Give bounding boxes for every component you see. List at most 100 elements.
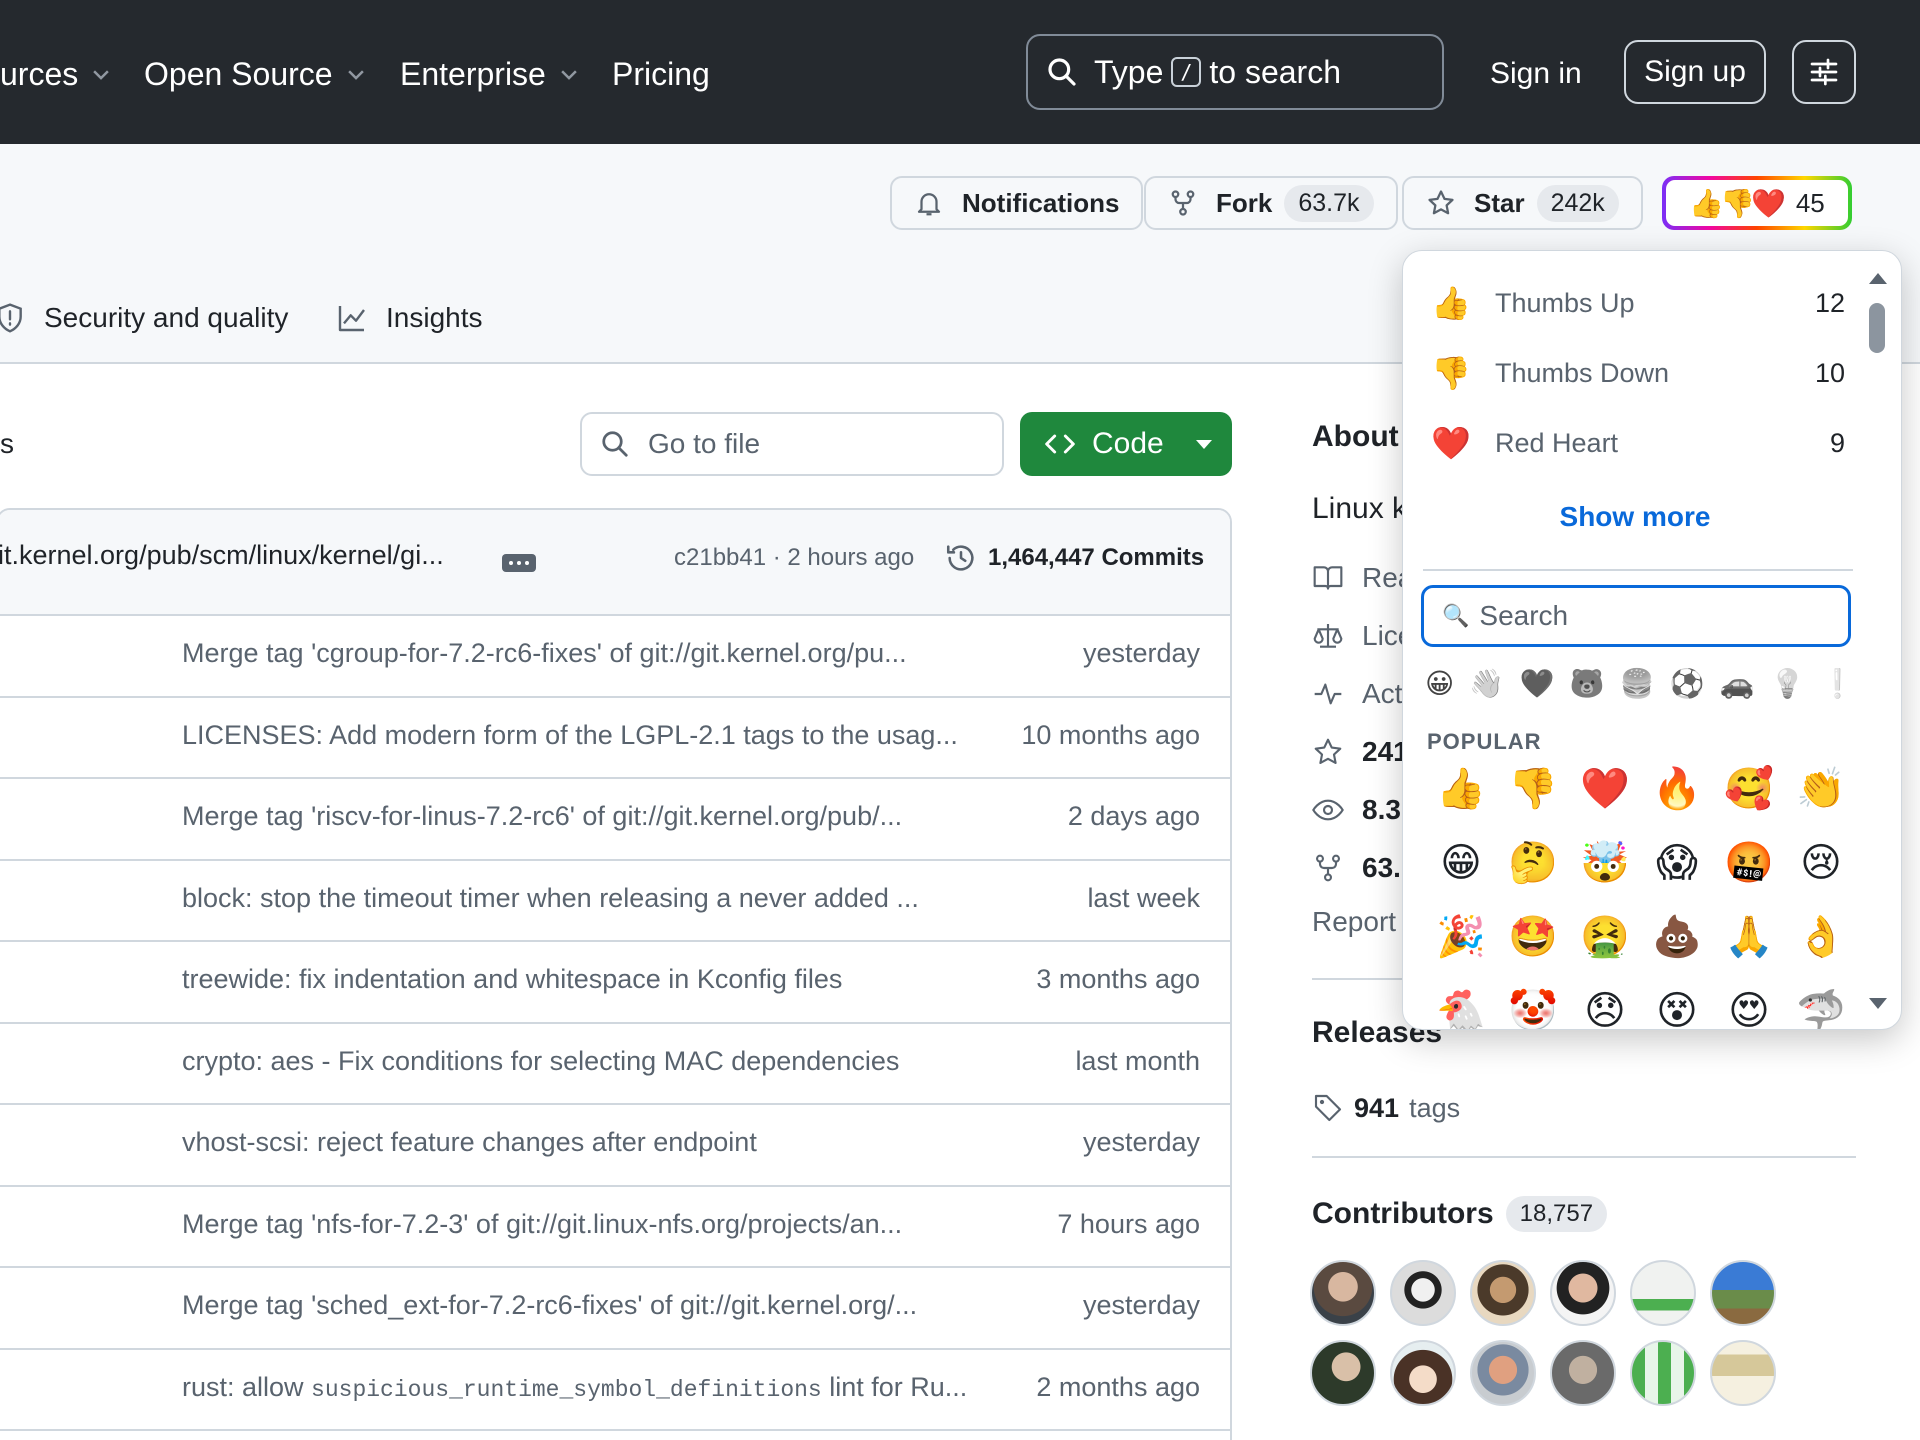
avatar[interactable] [1550,1260,1616,1326]
emoji-option[interactable]: 🦈 [1785,989,1857,1029]
emoji-search-input[interactable]: 🔍 Search [1421,585,1851,647]
avatar[interactable] [1710,1260,1776,1326]
category-symbols-icon[interactable]: ❕ [1820,667,1855,700]
emoji-option[interactable]: 😁 [1425,841,1497,885]
code-button[interactable]: Code [1020,412,1232,476]
emoji-option[interactable]: 😱 [1641,841,1713,885]
reaction-row-thumbs-up[interactable]: 👍 Thumbs Up 12 [1431,273,1845,333]
category-food-icon[interactable]: 🍔 [1620,667,1655,700]
fork-button[interactable]: Fork 63.7k [1144,176,1398,230]
commit-message[interactable]: treewide: fix indentation and whitespace… [182,964,842,995]
show-more-button[interactable]: Show more [1403,501,1867,533]
emoji-option[interactable]: 👌 [1785,915,1857,959]
emoji-option[interactable]: 👎 [1497,767,1569,811]
nav-enterprise[interactable]: Enterprise [400,50,580,98]
emoji-option[interactable]: 🥰 [1713,767,1785,811]
reaction-row-thumbs-down[interactable]: 👎 Thumbs Down 10 [1431,343,1845,403]
file-row: rust: allow suspicious_runtime_symbol_de… [0,1350,1230,1431]
category-smileys-icon[interactable]: 😀 [1425,667,1454,700]
emoji-option[interactable]: 🙏 [1713,915,1785,959]
tab-insights[interactable]: Insights [336,296,483,340]
category-animals-icon[interactable]: 🐻 [1570,667,1605,700]
avatar[interactable] [1710,1340,1776,1406]
avatar[interactable] [1310,1340,1376,1406]
commit-message[interactable]: block: stop the timeout timer when relea… [182,883,919,914]
scroll-up-arrow-icon[interactable] [1869,273,1887,284]
avatar[interactable] [1390,1260,1456,1326]
scroll-thumb[interactable] [1869,303,1885,353]
reactions-button[interactable]: 👍👎❤️ 45 [1662,176,1852,230]
category-activities-icon[interactable]: ⚽ [1670,667,1705,700]
readme-link[interactable]: Rea [1312,558,1413,598]
emoji-option[interactable]: 😢 [1785,841,1857,885]
category-travel-icon[interactable]: 🚗 [1720,667,1755,700]
popover-scrollbar[interactable] [1867,273,1887,1009]
category-objects-icon[interactable]: 💡 [1770,667,1805,700]
category-people-icon[interactable]: 👋 [1469,667,1504,700]
file-row: LICENSES: Add modern form of the LGPL-2.… [0,698,1230,779]
emoji-option[interactable]: 👍 [1425,767,1497,811]
commit-message[interactable]: Merge tag 'nfs-for-7.2-3' of git://git.l… [182,1209,902,1240]
nav-resources[interactable]: urces [0,50,112,98]
emoji-option[interactable]: 🤯 [1569,841,1641,885]
category-symbols-heart-icon[interactable]: 🖤 [1520,667,1555,700]
reaction-count: 9 [1829,427,1845,458]
forks-count: 63. [1362,852,1401,883]
emoji-option[interactable]: 💩 [1641,915,1713,959]
latest-commit-hash[interactable]: c21bb41 · 2 hours ago [674,544,914,572]
emoji-option[interactable]: 😍 [1713,989,1785,1029]
emoji-option[interactable]: ❤️ [1569,767,1641,811]
commit-message[interactable]: LICENSES: Add modern form of the LGPL-2.… [182,720,958,751]
emoji-option[interactable]: 🎉 [1425,915,1497,959]
commits-link[interactable]: 1,464,447 Commits [944,538,1204,578]
commit-time: 3 months ago [1036,964,1200,994]
emoji-option[interactable]: 🤩 [1497,915,1569,959]
avatar[interactable] [1470,1260,1536,1326]
commit-message[interactable]: rust: allow suspicious_runtime_symbol_de… [182,1372,967,1403]
star-button[interactable]: Star 242k [1402,176,1643,230]
nav-pricing[interactable]: Pricing [612,50,710,98]
go-to-file-input[interactable]: Go to file [580,412,1004,476]
activity-link[interactable]: Act [1312,674,1402,714]
emoji-option[interactable]: 😞 [1569,989,1641,1029]
watchers-link[interactable]: 8.3 [1312,790,1401,830]
latest-commit-message[interactable]: it.kernel.org/pub/scm/linux/kernel/gi... [0,540,444,571]
avatar[interactable] [1390,1340,1456,1406]
avatar[interactable] [1630,1340,1696,1406]
emoji-option[interactable]: 🤬 [1713,841,1785,885]
emoji-option[interactable]: 🔥 [1641,767,1713,811]
commit-message[interactable]: crypto: aes - Fix conditions for selecti… [182,1046,899,1077]
emoji-option[interactable]: 🤡 [1497,989,1569,1029]
notifications-button[interactable]: Notifications [890,176,1144,230]
emoji-option[interactable]: 🐔 [1425,989,1497,1029]
emoji-option[interactable]: 👏 [1785,767,1857,811]
tags-link[interactable]: 941 tags [1312,1088,1460,1128]
reaction-row-red-heart[interactable]: ❤️ Red Heart 9 [1431,413,1845,473]
sign-up-button[interactable]: Sign up [1624,40,1766,104]
branch-fragment[interactable]: s [0,428,14,460]
emoji-option[interactable]: 😵 [1641,989,1713,1029]
scroll-down-arrow-icon[interactable] [1869,998,1887,1009]
tab-security[interactable]: Security and quality [0,296,288,340]
avatar[interactable] [1310,1260,1376,1326]
contributors-heading[interactable]: Contributors 18,757 [1312,1196,1608,1232]
commit-message[interactable]: Merge tag 'riscv-for-linus-7.2-rc6' of g… [182,801,902,832]
global-search[interactable]: Type / to search [1026,34,1444,110]
nav-open-source[interactable]: Open Source [144,50,367,98]
report-link[interactable]: Report [1312,906,1396,938]
license-link[interactable]: Lice [1312,616,1413,656]
avatar[interactable] [1550,1340,1616,1406]
commit-message[interactable]: vhost-scsi: reject feature changes after… [182,1127,757,1158]
emoji-option[interactable]: 🤔 [1497,841,1569,885]
emoji-option[interactable]: 🤮 [1569,915,1641,959]
ellipsis-icon[interactable] [502,554,536,572]
forks-link[interactable]: 63. [1312,848,1401,888]
appearance-settings-button[interactable] [1792,40,1856,104]
commit-message[interactable]: Merge tag 'sched_ext-for-7.2-rc6-fixes' … [182,1290,917,1321]
sign-in-link[interactable]: Sign in [1490,50,1582,98]
commit-message[interactable]: Merge tag 'cgroup-for-7.2-rc6-fixes' of … [182,638,907,669]
stars-link[interactable]: 241 [1312,732,1409,772]
avatar[interactable] [1630,1260,1696,1326]
reaction-name: Thumbs Up [1495,287,1635,318]
avatar[interactable] [1470,1340,1536,1406]
